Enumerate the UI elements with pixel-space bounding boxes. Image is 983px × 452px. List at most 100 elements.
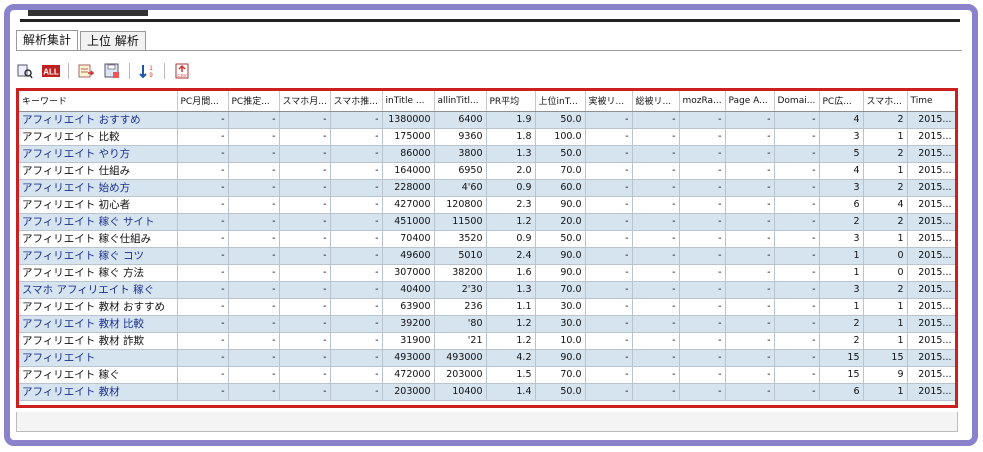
table-cell[interactable]: 49600 [382, 247, 435, 265]
table-cell[interactable]: 2015... [907, 247, 955, 265]
table-cell[interactable]: - [632, 111, 680, 129]
table-cell[interactable]: - [585, 332, 633, 350]
table-cell[interactable]: - [330, 247, 383, 265]
column-header-16[interactable]: Time [907, 91, 955, 112]
table-cell[interactable]: - [330, 281, 383, 299]
column-header-12[interactable]: Page A... [725, 91, 775, 112]
table-cell[interactable]: - [330, 128, 383, 146]
table-cell[interactable]: 2015... [907, 213, 955, 231]
table-cell[interactable]: 2'30 [434, 281, 487, 299]
table-cell[interactable]: - [330, 111, 383, 129]
table-cell[interactable]: - [774, 349, 820, 367]
table-cell[interactable]: 1.3 [486, 281, 536, 299]
keyword-cell[interactable]: アフィリエイト 教材 [19, 383, 178, 401]
table-cell[interactable]: 10400 [434, 383, 487, 401]
table-cell[interactable]: 50.0 [535, 230, 586, 248]
table-cell[interactable]: - [330, 366, 383, 384]
table-cell[interactable]: 164000 [382, 162, 435, 180]
table-cell[interactable]: 2015... [907, 383, 955, 401]
table-cell[interactable]: - [679, 349, 726, 367]
table-cell[interactable]: 100.0 [535, 128, 586, 146]
table-cell[interactable]: - [279, 196, 331, 214]
table-cell[interactable]: 2 [863, 111, 908, 129]
table-cell[interactable]: - [679, 247, 726, 265]
table-cell[interactable]: - [228, 383, 280, 401]
table-cell[interactable]: 6400 [434, 111, 487, 129]
table-cell[interactable]: 1 [863, 230, 908, 248]
table-cell[interactable]: '80 [434, 315, 487, 333]
table-cell[interactable]: - [228, 315, 280, 333]
table-cell[interactable]: 1.4 [486, 383, 536, 401]
table-cell[interactable]: - [632, 383, 680, 401]
table-cell[interactable]: - [330, 383, 383, 401]
table-cell[interactable]: - [632, 264, 680, 282]
table-row[interactable]: アフィリエイト 教材 詐欺 - - - -31900'21 1.2 10.0- - - - -2 1 2… [19, 332, 955, 350]
table-cell[interactable]: - [632, 332, 680, 350]
column-header-13[interactable]: Domai... [774, 91, 820, 112]
table-cell[interactable]: 2.4 [486, 247, 536, 265]
keyword-cell[interactable]: アフィリエイト やり方 [19, 145, 178, 163]
table-cell[interactable]: 427000 [382, 196, 435, 214]
table-cell[interactable]: 0.9 [486, 179, 536, 197]
table-cell[interactable]: - [632, 196, 680, 214]
table-row[interactable]: アフィリエイト 初心者 - - - -427000 120800 2.3 90.0- - - - -6… [19, 196, 955, 214]
table-cell[interactable]: - [725, 366, 775, 384]
table-cell[interactable]: 90.0 [535, 349, 586, 367]
table-cell[interactable]: - [177, 366, 229, 384]
keyword-cell[interactable]: アフィリエイト 教材 詐欺 [19, 332, 178, 350]
table-row[interactable]: アフィリエイト - - - -493000 493000 4.2 90.0- - - - -15 15 2… [19, 349, 955, 367]
table-cell[interactable]: 2015... [907, 196, 955, 214]
table-cell[interactable]: 15 [819, 366, 864, 384]
table-cell[interactable]: - [177, 264, 229, 282]
table-cell[interactable]: - [632, 162, 680, 180]
keyword-cell[interactable]: アフィリエイト 稼ぐ サイト [19, 213, 178, 231]
table-row[interactable]: アフィリエイト 教材 - - - -203000 10400 1.4 50.0- - - - -6 1 2… [19, 383, 955, 401]
table-cell[interactable]: 4 [819, 162, 864, 180]
keyword-cell[interactable]: アフィリエイト 教材 おすすめ [19, 298, 178, 316]
table-cell[interactable]: - [632, 247, 680, 265]
table-cell[interactable]: - [632, 145, 680, 163]
tab-top-analysis[interactable]: 上位 解析 [80, 31, 146, 50]
table-cell[interactable]: 2015... [907, 366, 955, 384]
keyword-cell[interactable]: アフィリエイト 稼ぐ コツ [19, 247, 178, 265]
table-cell[interactable]: 228000 [382, 179, 435, 197]
table-cell[interactable]: - [679, 366, 726, 384]
table-cell[interactable]: - [725, 281, 775, 299]
table-row[interactable]: アフィリエイト 稼ぐ仕組み - - - -70400 3520 0.9 50.0- - - - -3 1… [19, 230, 955, 248]
table-cell[interactable]: 2 [819, 332, 864, 350]
table-cell[interactable]: - [177, 145, 229, 163]
table-cell[interactable]: 203000 [382, 383, 435, 401]
table-cell[interactable]: - [330, 298, 383, 316]
table-cell[interactable]: 90.0 [535, 196, 586, 214]
table-cell[interactable]: - [177, 196, 229, 214]
table-cell[interactable]: - [679, 213, 726, 231]
table-cell[interactable]: 90.0 [535, 247, 586, 265]
table-cell[interactable]: - [774, 145, 820, 163]
table-cell[interactable]: - [725, 264, 775, 282]
table-cell[interactable]: - [632, 213, 680, 231]
table-cell[interactable]: 20.0 [535, 213, 586, 231]
table-cell[interactable]: - [679, 145, 726, 163]
table-cell[interactable]: - [279, 145, 331, 163]
table-cell[interactable]: - [774, 366, 820, 384]
table-cell[interactable]: 3 [819, 179, 864, 197]
table-cell[interactable]: - [228, 332, 280, 350]
table-cell[interactable]: - [679, 332, 726, 350]
table-cell[interactable]: - [585, 179, 633, 197]
table-cell[interactable]: 493000 [434, 349, 487, 367]
table-cell[interactable]: 50.0 [535, 145, 586, 163]
table-cell[interactable]: 5 [819, 145, 864, 163]
table-cell[interactable]: 451000 [382, 213, 435, 231]
keyword-cell[interactable]: アフィリエイト 教材 比較 [19, 315, 178, 333]
table-cell[interactable]: - [725, 111, 775, 129]
table-cell[interactable]: - [279, 315, 331, 333]
table-row[interactable]: アフィリエイト 稼ぐ コツ - - - -49600 5010 2.4 90.0- - - - -1 0… [19, 247, 955, 265]
table-cell[interactable]: 1.6 [486, 264, 536, 282]
table-cell[interactable]: 4'60 [434, 179, 487, 197]
table-cell[interactable]: - [725, 162, 775, 180]
table-cell[interactable]: 9360 [434, 128, 487, 146]
table-cell[interactable]: - [177, 162, 229, 180]
table-cell[interactable]: 203000 [434, 366, 487, 384]
table-cell[interactable]: - [632, 366, 680, 384]
table-cell[interactable]: 3800 [434, 145, 487, 163]
